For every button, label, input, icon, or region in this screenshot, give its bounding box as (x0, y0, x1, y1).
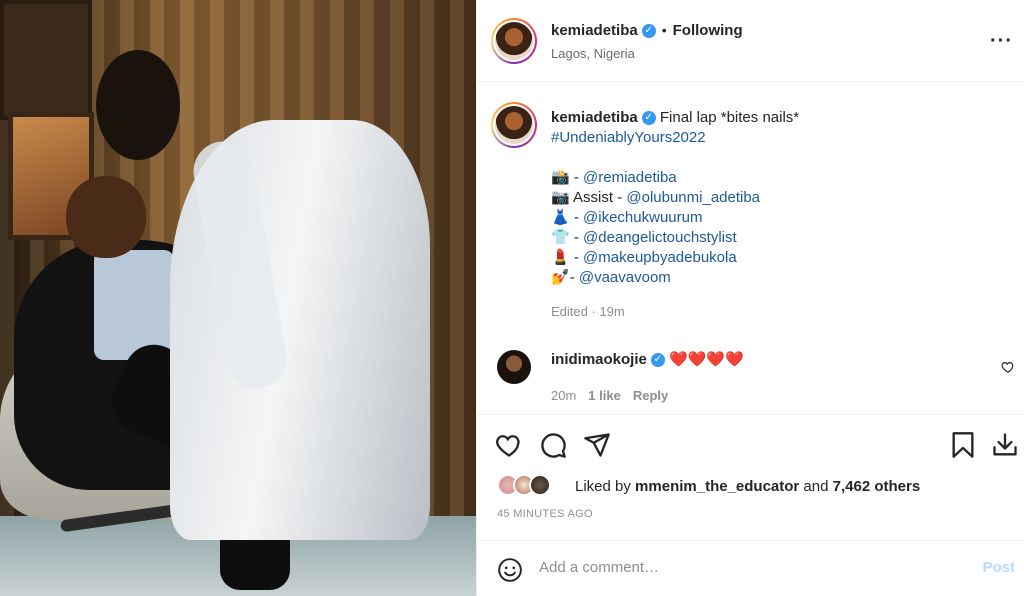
comment-item: inidimaokojie ✓ ❤️❤️❤️❤️ 20m 1 like Reply (477, 346, 1024, 410)
comment-likes[interactable]: 1 like (588, 388, 621, 403)
caption-text: kemiadetiba ✓ Final lap *bites nails* #Un… (551, 108, 991, 288)
credit-label: Assist - (569, 189, 627, 206)
comment-like-heart-icon[interactable] (1001, 360, 1015, 374)
dress-emoji-icon: 👗 (551, 209, 570, 226)
verified-badge-icon: ✓ (641, 111, 656, 126)
likes-summary: Liked by mmenim_the_educator and 7,462 o… (575, 478, 920, 495)
comment-body: inidimaokojie ✓ ❤️❤️❤️❤️ (551, 350, 744, 368)
comment-icon[interactable] (539, 431, 567, 459)
heart-icon[interactable] (495, 431, 523, 459)
caption-body: Final lap *bites nails* (659, 109, 800, 126)
credit-label: - (569, 169, 584, 186)
credit-handle[interactable]: @makeupbyadebukola (583, 249, 737, 266)
likes-middle: and (799, 478, 833, 495)
credit-line: 📷 Assist - @olubunmi_adetiba (551, 188, 991, 208)
comment-meta: 20m 1 like Reply (551, 388, 680, 403)
caption-username[interactable]: kemiadetiba (551, 109, 638, 126)
caption-edited-time: Edited · 19m (551, 304, 625, 319)
post-location[interactable]: Lagos, Nigeria (551, 46, 635, 61)
credit-handle[interactable]: @deangelictouchstylist (583, 229, 737, 246)
credit-handle[interactable]: @olubunmi_adetiba (626, 189, 760, 206)
credit-label: - (569, 269, 579, 286)
bookmark-icon[interactable] (949, 431, 977, 459)
credit-line: 💅- @vaavavoom (551, 268, 991, 288)
emoji-icon[interactable] (497, 557, 523, 583)
photo-wall-frame (0, 0, 92, 120)
likes-others[interactable]: 7,462 others (833, 478, 921, 495)
more-options-icon[interactable]: ··· (990, 30, 1013, 53)
comment-box: Post (477, 540, 1024, 596)
photo-man-shirt (94, 250, 174, 360)
verified-badge-icon: ✓ (650, 353, 665, 368)
commenter-username[interactable]: inidimaokojie (551, 351, 647, 368)
header-username[interactable]: kemiadetiba (551, 22, 638, 39)
post-timestamp[interactable]: 45 MINUTES AGO (497, 508, 593, 520)
credit-line: 👗 - @ikechukwuurum (551, 208, 991, 228)
caption-hashtag[interactable]: #UndeniablyYours2022 (551, 129, 706, 146)
credit-label: - (569, 209, 584, 226)
likes-prefix: Liked by (575, 478, 636, 495)
comment-text: ❤️❤️❤️❤️ (669, 351, 744, 368)
download-icon[interactable] (991, 431, 1019, 459)
post-header: kemiadetiba ✓ • Following Lagos, Nigeria ··… (477, 0, 1024, 82)
photo-woman-head (96, 50, 180, 160)
credit-line: 💄 - @makeupbyadebukola (551, 248, 991, 268)
post-actions-bar (477, 414, 1024, 474)
caption-avatar[interactable] (491, 102, 537, 148)
share-icon[interactable] (583, 431, 611, 459)
verified-badge-icon: ✓ (641, 23, 656, 38)
credit-line: 📸 - @remiadetiba (551, 168, 991, 188)
lipstick-emoji-icon: 💄 (551, 249, 570, 266)
credit-label: - (569, 249, 584, 266)
author-avatar[interactable] (491, 18, 537, 64)
shirt-emoji-icon: 👕 (551, 229, 570, 246)
nail-polish-emoji-icon: 💅 (551, 269, 570, 286)
credit-line: 👕 - @deangelictouchstylist (551, 228, 991, 248)
commenter-avatar[interactable] (497, 350, 531, 384)
comment-input[interactable] (539, 559, 919, 576)
post-photo[interactable] (0, 0, 476, 596)
credit-handle[interactable]: @ikechukwuurum (583, 209, 702, 226)
credit-handle[interactable]: @vaavavoom (579, 269, 671, 286)
camera-emoji-icon: 📸 (551, 169, 570, 186)
post-comment-button[interactable]: Post (982, 559, 1015, 576)
photo-man-head (66, 176, 146, 258)
header-title-row: kemiadetiba ✓ • Following (551, 22, 743, 40)
post-side-panel: kemiadetiba ✓ • Following Lagos, Nigeria ··… (476, 0, 1024, 596)
credit-handle[interactable]: @remiadetiba (583, 169, 677, 186)
comment-time: 20m (551, 388, 577, 403)
liked-by-user[interactable]: mmenim_the_educator (635, 478, 799, 495)
credit-label: - (569, 229, 584, 246)
comment-reply-button[interactable]: Reply (633, 388, 668, 403)
following-button[interactable]: Following (673, 22, 743, 39)
separator-dot: • (661, 22, 667, 38)
liker-avatar[interactable] (529, 474, 551, 496)
camera-emoji-icon: 📷 (551, 189, 570, 206)
